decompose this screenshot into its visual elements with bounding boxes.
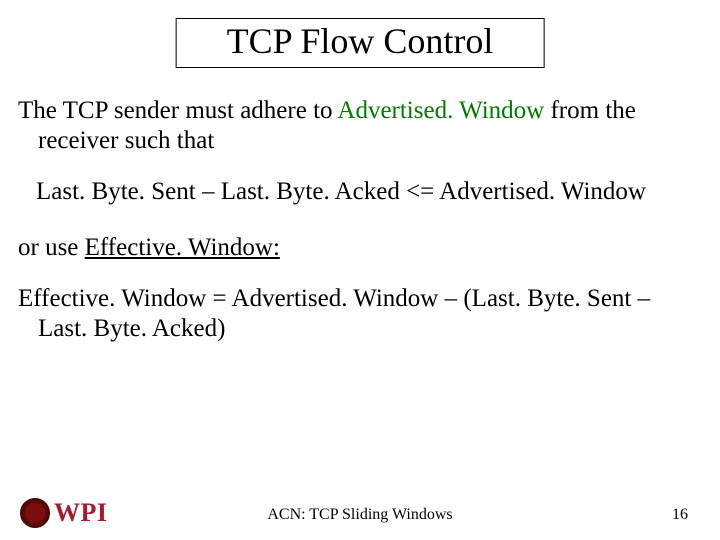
logo-text: WPI [54, 498, 108, 528]
term-advertised-window: Advertised. Window [337, 97, 544, 124]
paragraph-1: The TCP sender must adhere to Advertised… [18, 96, 702, 155]
logo: WPI [20, 498, 108, 528]
text: or use [18, 234, 85, 261]
formula-2: Effective. Window = Advertised. Window –… [18, 284, 702, 343]
formula-1: Last. Byte. Sent – Last. Byte. Acked <= … [36, 177, 702, 207]
footer: WPI ACN: TCP Sliding Windows 16 [0, 486, 720, 526]
page-number: 16 [672, 506, 688, 524]
footer-label: ACN: TCP Sliding Windows [267, 506, 452, 524]
text: The TCP sender must adhere to [18, 97, 337, 124]
term-effective-window: Effective. Window: [85, 234, 280, 261]
slide: TCP Flow Control The TCP sender must adh… [0, 0, 720, 540]
slide-title: TCP Flow Control [176, 18, 545, 68]
paragraph-2: or use Effective. Window: [18, 233, 702, 263]
logo-seal-icon [20, 498, 50, 528]
slide-body: The TCP sender must adhere to Advertised… [18, 96, 702, 365]
